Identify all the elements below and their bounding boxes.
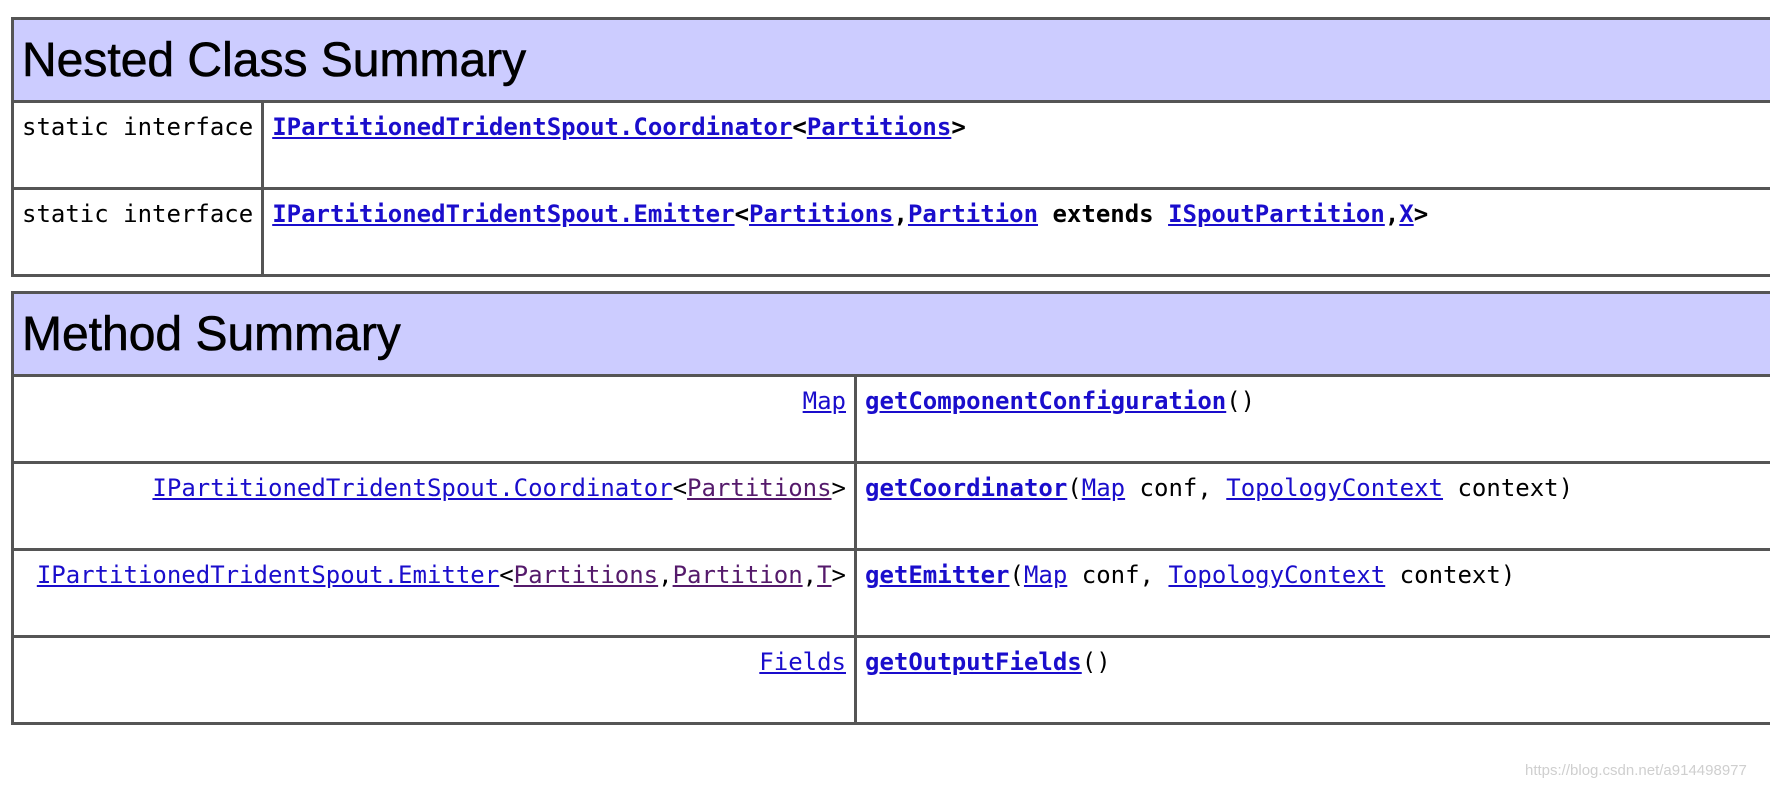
modifier-text: static interface [22,113,254,141]
map-type-link[interactable]: Map [803,387,846,415]
return-type: IPartitionedTridentSpout.Coordinator<Par… [152,474,846,502]
table-row: IPartitionedTridentSpout.Emitter<Partiti… [11,548,1770,638]
ispoutpartition-type-link[interactable]: ISpoutPartition [1168,200,1385,228]
map-param-type-link[interactable]: Map [1024,561,1067,589]
emitter-type-link[interactable]: IPartitionedTridentSpout.Emitter [37,561,499,589]
table-row: Fields getOutputFields() [11,635,1770,725]
method-summary-header: Method Summary [11,291,1770,377]
coordinator-type-link[interactable]: IPartitionedTridentSpout.Coordinator [152,474,672,502]
modifier-text: static interface [22,200,254,228]
table-row: static interface IPartitionedTridentSpou… [10,187,1770,277]
method-summary-title: Method Summary [22,307,401,361]
get-emitter-link[interactable]: getEmitter [865,561,1010,589]
t-type-link[interactable]: T [817,561,831,589]
coordinator-interface-link[interactable]: IPartitionedTridentSpout.Coordinator [272,113,792,141]
topology-context-type-link[interactable]: TopologyContext [1226,474,1443,502]
topology-context-type-link[interactable]: TopologyContext [1168,561,1385,589]
table-row: Map getComponentConfiguration() [11,374,1770,464]
method-signature: getCoordinator(Map conf, TopologyContext… [865,474,1574,502]
map-param-type-link[interactable]: Map [1082,474,1125,502]
nested-class-summary-title: Nested Class Summary [22,33,527,87]
nested-class-summary-header: Nested Class Summary [11,17,1770,103]
return-type: Fields [14,638,854,676]
nested-class-entry: IPartitionedTridentSpout.Emitter<Partiti… [272,200,1429,228]
get-component-configuration-link[interactable]: getComponentConfiguration [865,387,1226,415]
partitions-type-link[interactable]: Partitions [749,200,894,228]
x-type-link[interactable]: X [1399,200,1413,228]
get-output-fields-link[interactable]: getOutputFields [865,648,1082,676]
emitter-interface-link[interactable]: IPartitionedTridentSpout.Emitter [272,200,734,228]
extends-keyword: extends [1038,200,1169,228]
method-signature: getComponentConfiguration() [865,387,1256,415]
method-signature: getOutputFields() [865,648,1111,676]
get-coordinator-link[interactable]: getCoordinator [865,474,1067,502]
method-signature: getEmitter(Map conf, TopologyContext con… [865,561,1516,589]
partitions-type-link[interactable]: Partitions [514,561,659,589]
return-type: IPartitionedTridentSpout.Emitter<Partiti… [36,561,846,589]
fields-type-link[interactable]: Fields [759,648,846,676]
partition-type-link[interactable]: Partition [908,200,1038,228]
table-row: IPartitionedTridentSpout.Coordinator<Par… [11,461,1770,551]
partitions-type-link[interactable]: Partitions [807,113,952,141]
nested-class-entry: IPartitionedTridentSpout.Coordinator<Par… [272,113,966,141]
partition-type-link[interactable]: Partition [673,561,803,589]
partitions-type-link[interactable]: Partitions [687,474,832,502]
watermark-text: https://blog.csdn.net/a914498977 [1525,762,1747,779]
method-summary-table: Method Summary Map getComponentConfigura… [11,291,1770,725]
return-type: Map [14,377,854,415]
table-row: static interface IPartitionedTridentSpou… [10,100,1770,190]
nested-class-summary-table: Nested Class Summary static interface IP… [10,17,1770,277]
